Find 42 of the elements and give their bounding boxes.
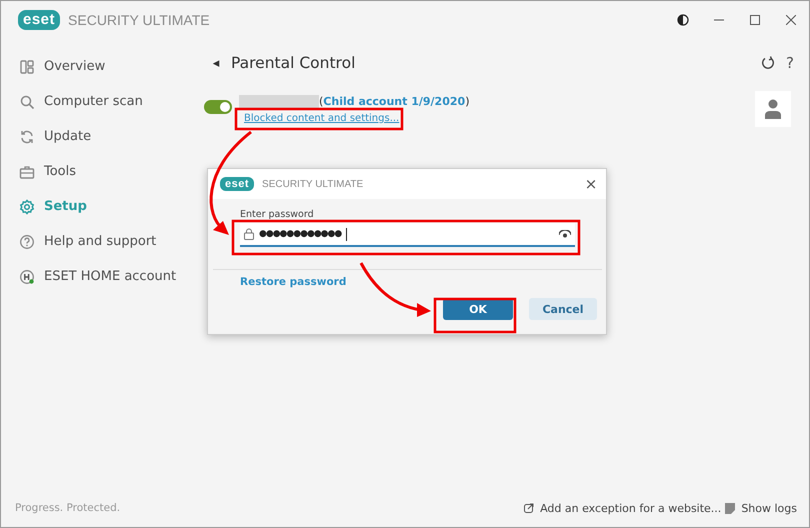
dialog-title: SECURITY ULTIMATE: [262, 178, 364, 190]
external-link-icon: [524, 503, 534, 513]
exception-link[interactable]: Add an exception for a website...: [540, 502, 722, 514]
maximize-icon[interactable]: [750, 15, 760, 25]
show-logs-link[interactable]: Show logs: [741, 502, 797, 514]
field-label: Enter password: [240, 209, 315, 220]
eye-icon[interactable]: [559, 230, 571, 238]
annotation-arrow: [360, 262, 431, 317]
app-title: SECURITY ULTIMATE: [68, 12, 210, 28]
sidebar-item[interactable]: Update: [1, 119, 197, 154]
eset-logo: eset: [220, 177, 254, 191]
toggle-switch[interactable]: [204, 100, 232, 114]
settings-icon: [19, 198, 35, 214]
avatar-button[interactable]: [755, 91, 791, 127]
overview-icon: [19, 58, 35, 74]
minimize-icon[interactable]: [714, 19, 724, 21]
back-button[interactable]: ◂: [201, 56, 231, 70]
help-icon: [19, 234, 35, 250]
bracket: (: [319, 95, 324, 108]
close-button[interactable]: ×: [576, 175, 606, 193]
bracket: ): [465, 95, 470, 108]
person-icon: [764, 99, 782, 119]
sidebar-item[interactable]: Tools: [1, 154, 197, 189]
password-field[interactable]: ●●●●●●●●●●●●: [240, 223, 575, 247]
close-icon[interactable]: [786, 15, 796, 25]
toolbox-icon: [19, 164, 35, 180]
log-icon: [725, 502, 736, 514]
page-title: Parental Control: [231, 54, 356, 72]
eset-logo: eset: [18, 10, 60, 30]
refresh-icon: [19, 128, 35, 144]
cancel-button[interactable]: Cancel: [529, 298, 597, 320]
refresh-icon[interactable]: [761, 56, 775, 70]
status-text: Progress. Protected.: [15, 502, 122, 514]
help-button[interactable]: ?: [775, 54, 805, 72]
contrast-icon[interactable]: [677, 14, 689, 26]
search-icon: [19, 94, 35, 110]
sidebar-item[interactable]: Overview: [1, 49, 197, 84]
sidebar-item[interactable]: ESET HOME account: [1, 259, 197, 294]
sidebar-item[interactable]: Computer scan: [1, 84, 197, 119]
home-account-icon: [19, 268, 35, 284]
sidebar-item[interactable]: Help and support: [1, 224, 197, 259]
lock-icon: [244, 228, 254, 240]
